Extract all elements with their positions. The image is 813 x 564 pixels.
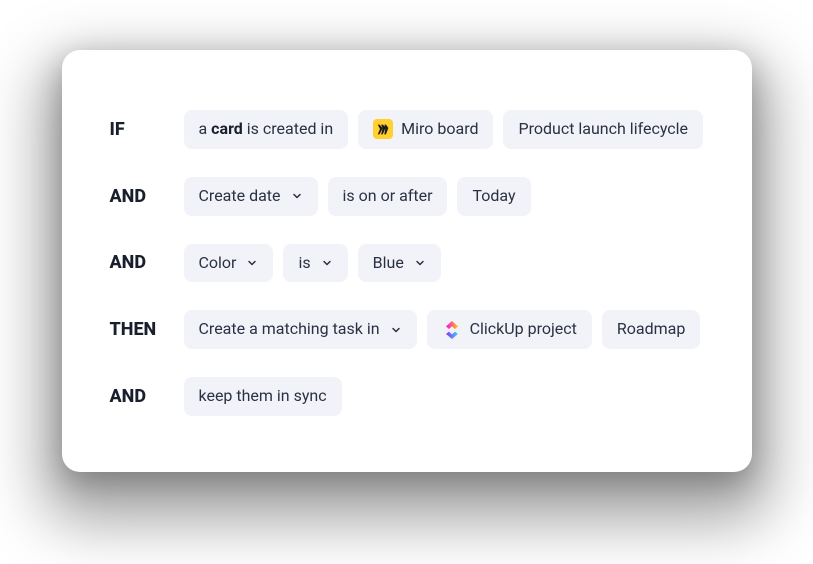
trigger-text: a card is created in [199,119,334,140]
keyword-and: AND [110,186,174,207]
chevron-down-icon [321,257,333,269]
target-app-label: ClickUp project [470,319,577,340]
operator-label: is on or after [343,186,433,207]
target-app-pill[interactable]: ClickUp project [427,310,592,349]
rule-row-and-2: AND Color is Blue [110,244,704,283]
field-label: Create date [199,186,281,207]
action-pill[interactable]: keep them in sync [184,377,342,416]
keyword-and: AND [110,252,174,273]
value-pill[interactable]: Blue [358,244,441,283]
keyword-and: AND [110,386,174,407]
value-label: Today [472,186,515,207]
keyword-then: THEN [110,319,174,340]
operator-pill[interactable]: is on or after [328,177,448,216]
clickup-icon [442,320,462,340]
chevron-down-icon [414,257,426,269]
target-name-label: Roadmap [617,319,685,340]
target-name-pill[interactable]: Roadmap [602,310,700,349]
value-pill[interactable]: Today [457,177,530,216]
chevron-down-icon [291,190,303,202]
rule-row-then: THEN Create a matching task in ClickUp p… [110,310,704,349]
action-label: keep them in sync [199,386,327,407]
source-name-label: Product launch lifecycle [518,119,688,140]
source-app-label: Miro board [401,119,478,140]
operator-pill[interactable]: is [283,244,347,283]
rule-row-if: IF a card is created in Miro board Produ… [110,110,704,149]
field-pill[interactable]: Color [184,244,274,283]
chevron-down-icon [246,257,258,269]
trigger-pill[interactable]: a card is created in [184,110,349,149]
rule-row-and-3: AND keep them in sync [110,377,704,416]
rule-row-and-1: AND Create date is on or after Today [110,177,704,216]
keyword-if: IF [110,119,174,140]
value-label: Blue [373,253,404,274]
rule-card: IF a card is created in Miro board Produ… [62,50,752,472]
action-label: Create a matching task in [199,319,380,340]
operator-label: is [298,253,310,274]
action-pill[interactable]: Create a matching task in [184,310,417,349]
field-label: Color [199,253,237,274]
miro-icon [373,119,393,139]
field-pill[interactable]: Create date [184,177,318,216]
source-name-pill[interactable]: Product launch lifecycle [503,110,703,149]
source-app-pill[interactable]: Miro board [358,110,493,149]
chevron-down-icon [390,324,402,336]
